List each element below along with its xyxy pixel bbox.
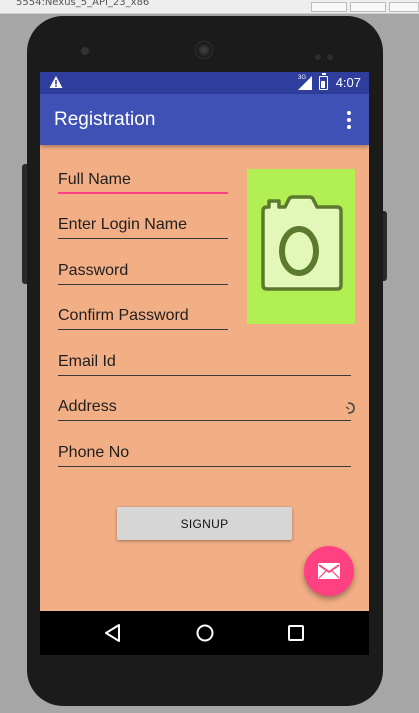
page-title: Registration bbox=[54, 109, 156, 130]
phone-hint: Phone No bbox=[58, 444, 130, 461]
email-underline bbox=[58, 375, 351, 376]
status-time: 4:07 bbox=[335, 75, 361, 90]
email-hint: Email Id bbox=[58, 353, 116, 370]
address-hint: Address bbox=[58, 398, 117, 415]
full-name-underline bbox=[58, 192, 228, 194]
password-field[interactable]: Password bbox=[58, 259, 228, 285]
password-hint: Password bbox=[58, 262, 129, 279]
front-camera bbox=[81, 47, 89, 55]
address-field[interactable]: Address bbox=[58, 395, 351, 421]
confirm-password-field[interactable]: Confirm Password bbox=[58, 304, 228, 330]
phone-field[interactable]: Phone No bbox=[58, 441, 351, 467]
device-screen: 3G 4:07 Registration Full Name Enter Log… bbox=[40, 72, 369, 655]
recents-icon[interactable] bbox=[284, 621, 308, 645]
address-underline bbox=[58, 420, 351, 421]
phone-underline bbox=[58, 466, 351, 467]
login-name-underline bbox=[58, 238, 228, 239]
profile-photo-picker[interactable] bbox=[247, 169, 355, 324]
confirm-password-hint: Confirm Password bbox=[58, 307, 189, 324]
email-fab-button[interactable] bbox=[304, 546, 354, 596]
login-name-field[interactable]: Enter Login Name bbox=[58, 213, 228, 239]
host-maximize-button[interactable] bbox=[350, 2, 386, 12]
full-name-hint: Full Name bbox=[58, 171, 131, 188]
back-icon[interactable] bbox=[101, 621, 125, 645]
volume-rocker[interactable] bbox=[22, 164, 27, 284]
resize-grip-icon[interactable] bbox=[345, 401, 357, 415]
battery-icon bbox=[319, 73, 328, 90]
earpiece-speaker bbox=[195, 41, 213, 59]
app-bar: Registration bbox=[40, 94, 369, 145]
navigation-bar bbox=[40, 611, 369, 655]
host-window-title: 5554:Nexus_5_API_23_x86 bbox=[16, 0, 150, 8]
more-vert-icon[interactable] bbox=[340, 110, 358, 130]
status-bar: 3G 4:07 bbox=[40, 72, 369, 94]
warning-triangle-icon bbox=[49, 76, 63, 88]
signup-button[interactable]: SIGNUP bbox=[117, 507, 292, 540]
camera-icon bbox=[261, 195, 343, 291]
proximity-sensors bbox=[315, 47, 341, 60]
email-field[interactable]: Email Id bbox=[58, 350, 351, 376]
host-window-titlebar: 5554:Nexus_5_API_23_x86 bbox=[0, 0, 419, 14]
home-icon[interactable] bbox=[193, 621, 217, 645]
password-underline bbox=[58, 284, 228, 285]
network-type-label: 3G bbox=[298, 75, 307, 81]
confirm-password-underline bbox=[58, 329, 228, 330]
full-name-field[interactable]: Full Name bbox=[58, 168, 228, 194]
email-icon bbox=[318, 563, 340, 579]
login-name-hint: Enter Login Name bbox=[58, 216, 187, 233]
power-button[interactable] bbox=[383, 211, 387, 281]
host-close-button[interactable] bbox=[389, 2, 419, 12]
host-minimize-button[interactable] bbox=[311, 2, 347, 12]
